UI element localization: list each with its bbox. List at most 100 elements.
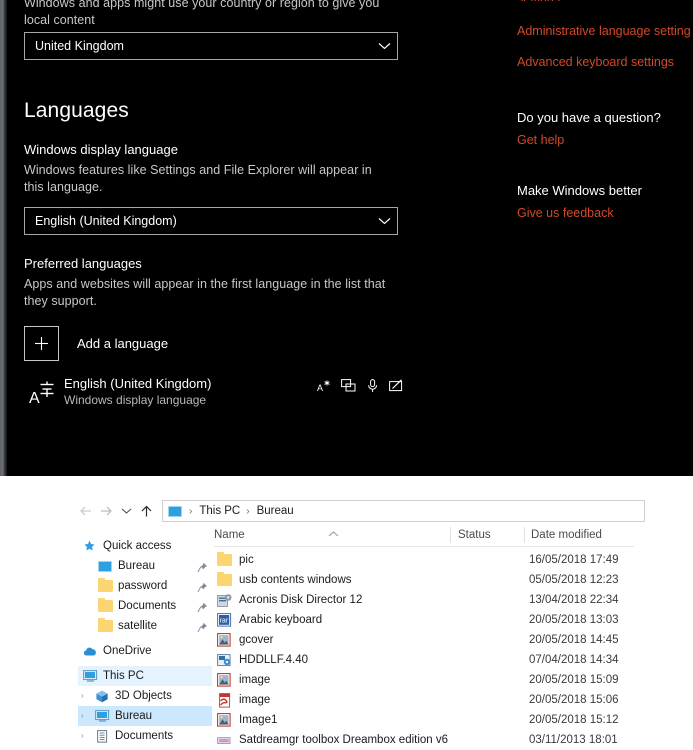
breadcrumb-this-pc[interactable]: This PC — [198, 505, 241, 517]
file-name: image — [239, 694, 271, 706]
nav-item-label: Bureau — [115, 710, 153, 722]
language-character-icon: A — [24, 379, 64, 405]
pin-icon[interactable] — [197, 560, 208, 573]
file-date-modified: 07/04/2018 14:34 — [529, 654, 619, 666]
app-setup-icon — [214, 592, 234, 609]
window-left-edge-inner — [7, 0, 9, 476]
navigation-pane: Quick access Bureau password Documents s… — [78, 536, 212, 750]
nav-item-label: Bureau — [118, 560, 156, 572]
monitor-icon — [93, 708, 111, 724]
table-row[interactable]: Acronis Disk Director 12 13/04/2018 22:3… — [214, 590, 634, 610]
chevron-down-icon — [371, 208, 397, 234]
table-row[interactable]: gcover 20/05/2018 14:45 — [214, 630, 634, 650]
handwriting-icon — [389, 378, 404, 393]
nav-item-3d-objects[interactable]: › 3D Objects — [78, 686, 212, 706]
nav-item-label: This PC — [103, 670, 144, 682]
file-date-modified: 05/05/2018 12:23 — [529, 574, 619, 586]
table-row[interactable]: usb contents windows 05/05/2018 12:23 — [214, 570, 634, 590]
back-button[interactable] — [76, 500, 96, 522]
file-date-modified: 03/11/2013 18:01 — [529, 734, 618, 746]
file-date-modified: 20/05/2018 13:03 — [529, 614, 619, 626]
monitor-icon — [96, 558, 114, 574]
pin-icon[interactable] — [197, 580, 208, 593]
table-row[interactable]: image 20/05/2018 15:09 — [214, 670, 634, 690]
table-row[interactable]: image 20/05/2018 15:06 — [214, 690, 634, 710]
winrar-archive-icon: rar — [214, 612, 234, 629]
address-bar[interactable]: › This PC › Bureau — [162, 500, 645, 522]
nav-item-bureau[interactable]: › Bureau — [78, 706, 212, 726]
screen: Windows and apps might use your country … — [0, 0, 693, 750]
administrative-language-settings-link[interactable]: Administrative language setting — [517, 23, 693, 40]
chevron-right-icon[interactable]: › — [81, 692, 91, 700]
keyboard-icon — [341, 378, 356, 393]
give-us-feedback-link[interactable]: Give us feedback — [517, 205, 693, 222]
file-name: Acronis Disk Director 12 — [239, 594, 363, 606]
nav-item-password[interactable]: password — [78, 576, 212, 596]
file-explorer-window: › This PC › Bureau Quick access Bureau p… — [0, 476, 693, 750]
chevron-right-icon[interactable]: › — [81, 732, 91, 740]
svg-text:rar: rar — [219, 617, 228, 624]
up-button[interactable] — [136, 500, 156, 522]
nav-item-label: Quick access — [103, 540, 172, 552]
help-section-title: Do you have a question? — [517, 110, 661, 125]
add-language-button[interactable]: Add a language — [24, 326, 444, 361]
3d-objects-icon — [93, 688, 111, 704]
folder-icon — [96, 598, 114, 614]
nav-item-documents[interactable]: › Documents — [78, 726, 212, 746]
nav-item-label: Documents — [118, 600, 177, 612]
file-date-modified: 13/04/2018 22:34 — [529, 594, 619, 606]
nav-item-satellite[interactable]: satellite — [78, 616, 212, 636]
nav-item-label: OneDrive — [103, 645, 152, 657]
breadcrumb-bureau[interactable]: Bureau — [256, 505, 295, 517]
column-header-date-modified[interactable]: Date modified — [531, 524, 602, 546]
column-header-status[interactable]: Status — [458, 524, 491, 546]
region-dropdown[interactable]: United Kingdom — [24, 32, 398, 60]
file-name: Image1 — [239, 714, 278, 726]
nav-item-label: 3D Objects — [115, 690, 172, 702]
file-name: HDDLLF.4.40 — [239, 654, 309, 666]
get-help-link[interactable]: Get help — [517, 132, 693, 149]
nav-item-documents-quick[interactable]: Documents — [78, 596, 212, 616]
image-file-icon — [214, 712, 234, 729]
image-file-icon — [214, 672, 234, 689]
recent-locations-button[interactable] — [116, 500, 136, 522]
onedrive-cloud-icon — [81, 643, 99, 659]
chevron-right-icon[interactable]: › — [81, 712, 91, 720]
table-row[interactable]: HDDLLF.4.40 07/04/2018 14:34 — [214, 650, 634, 670]
nav-item-bureau-quick[interactable]: Bureau — [78, 556, 212, 576]
advanced-keyboard-settings-link[interactable]: Advanced keyboard settings — [517, 54, 693, 71]
column-header-name[interactable]: Name — [214, 524, 245, 546]
plus-icon — [24, 326, 59, 361]
image-file-icon — [214, 632, 234, 649]
documents-icon — [93, 728, 111, 744]
folder-icon — [96, 578, 114, 594]
related-settings-cutoff-link[interactable]: settings — [517, 0, 693, 1]
display-language-description: Windows features like Settings and File … — [24, 163, 372, 194]
file-date-modified: 16/05/2018 17:49 — [529, 554, 619, 566]
pinned-star-icon — [81, 538, 99, 554]
column-divider[interactable] — [524, 527, 525, 543]
region-dropdown-value: United Kingdom — [35, 39, 124, 53]
pin-icon[interactable] — [197, 620, 208, 633]
table-row[interactable]: Image1 20/05/2018 15:12 — [214, 710, 634, 730]
nav-item-this-pc[interactable]: This PC — [78, 666, 212, 686]
languages-heading: Languages — [24, 99, 129, 122]
svg-text:A: A — [29, 390, 40, 405]
table-row[interactable]: Satdreamgr toolbox Dreambox edition v6 0… — [214, 730, 634, 750]
display-language-label: Windows display language — [24, 142, 178, 157]
language-pack-icon: A — [317, 378, 332, 393]
nav-item-quick-access[interactable]: Quick access — [78, 536, 212, 556]
column-divider[interactable] — [450, 527, 451, 543]
nav-item-onedrive[interactable]: OneDrive — [78, 641, 212, 661]
settings-related-column: settings Administrative language setting… — [517, 0, 693, 222]
display-language-dropdown[interactable]: English (United Kingdom) — [24, 207, 398, 235]
forward-button[interactable] — [96, 500, 116, 522]
file-name: Arabic keyboard — [239, 614, 323, 626]
table-row[interactable]: rar Arabic keyboard 20/05/2018 13:03 — [214, 610, 634, 630]
column-header-rule — [214, 546, 634, 547]
related-settings-cutoff[interactable]: settings — [517, 0, 693, 1]
window-left-edge — [0, 0, 7, 476]
table-row[interactable]: pic 16/05/2018 17:49 — [214, 550, 634, 570]
pin-icon[interactable] — [197, 600, 208, 613]
language-list-item[interactable]: A English (United Kingdom) Windows displ… — [24, 375, 403, 408]
